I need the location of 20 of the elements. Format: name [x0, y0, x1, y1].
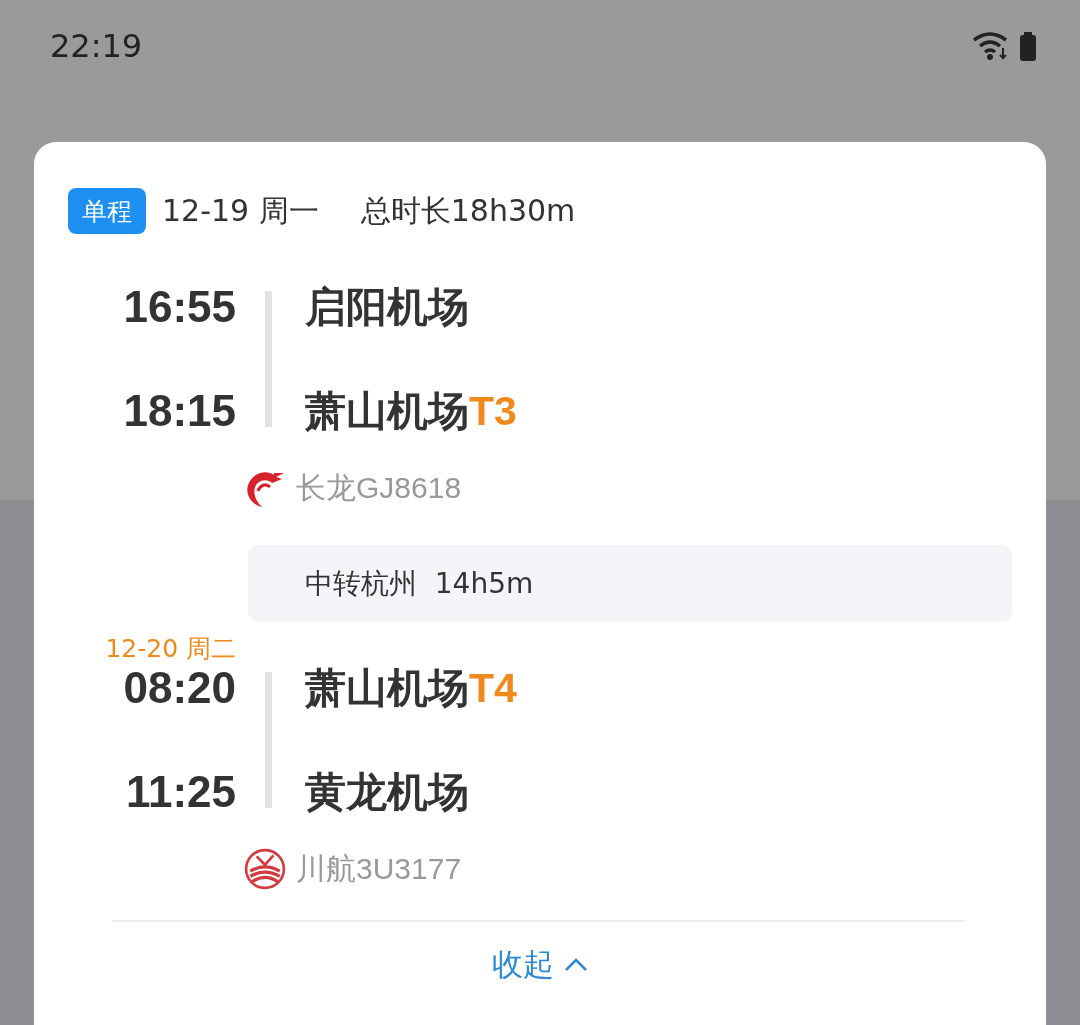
departure-airport: 萧山机场T4	[304, 662, 518, 714]
bird-logo-icon	[244, 848, 286, 890]
departure-airport: 启阳机场	[304, 281, 470, 333]
arrival-time: 11:25	[125, 768, 236, 816]
clock-time: 22:19	[50, 27, 143, 65]
arrival-time: 18:15	[123, 387, 236, 435]
wifi-icon	[972, 30, 1010, 62]
trip-date: 12-19 周一	[162, 191, 319, 230]
total-duration: 总时长18h30m	[360, 191, 576, 230]
collapse-button[interactable]: 收起	[486, 940, 594, 990]
trip-type-badge: 单程	[68, 188, 146, 234]
departure-time: 16:55	[123, 283, 236, 331]
arrival-airport: 黄龙机场	[304, 766, 470, 818]
flight-number: 川航3U3177	[296, 850, 462, 887]
departure-time: 08:20	[123, 664, 236, 712]
flight-number: 长龙GJ8618	[296, 469, 462, 506]
arrival-airport: 萧山机场T3	[304, 385, 518, 437]
battery-icon	[1020, 31, 1036, 61]
next-day-date: 12-20 周二	[105, 634, 236, 664]
transfer-info: 中转杭州 14h5m	[248, 545, 1012, 622]
